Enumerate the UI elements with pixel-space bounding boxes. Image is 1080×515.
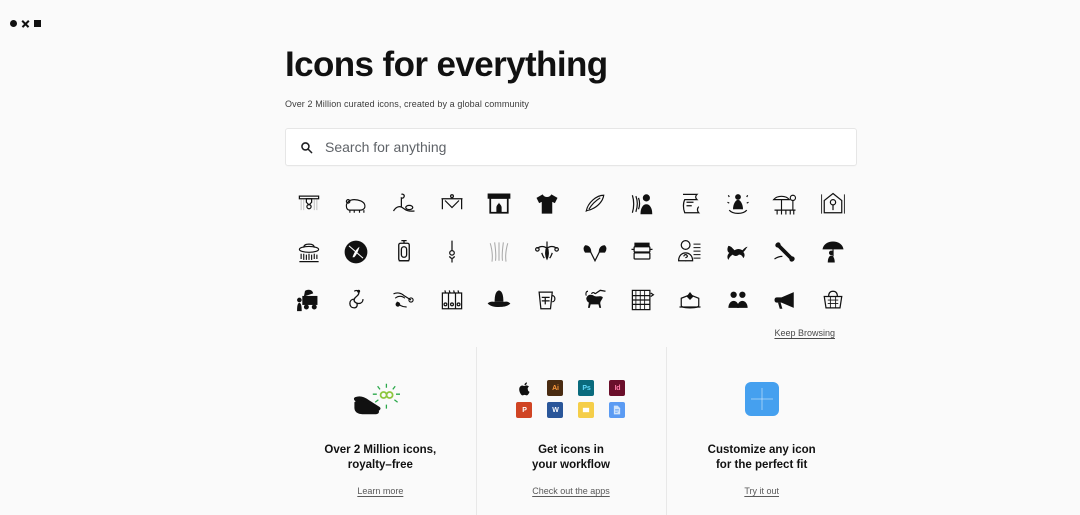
flying-saucer-icon[interactable] — [294, 237, 324, 267]
main-content: Icons for everything Over 2 Million cura… — [285, 0, 857, 515]
blue-tile-art — [744, 369, 779, 429]
canopy-tent-icon[interactable] — [437, 189, 467, 219]
cowboy-hat-icon[interactable] — [484, 285, 514, 315]
app-logos-art: Ai Ps Id P W — [509, 369, 633, 429]
feature-cards: Over 2 Million icons, royalty–free Learn… — [285, 347, 857, 515]
measuring-cup-icon[interactable] — [532, 285, 562, 315]
feature-card-customize: Customize any icon for the perfect fit T… — [666, 347, 857, 515]
slides-logo — [578, 402, 595, 418]
page-root: Icons for everything Over 2 Million cura… — [0, 0, 1080, 515]
bear-icon[interactable] — [341, 189, 371, 219]
docs-logo — [609, 402, 626, 418]
vendor-truck-icon[interactable] — [294, 285, 324, 315]
square-control[interactable] — [34, 19, 41, 27]
bone-tool-icon[interactable] — [770, 237, 800, 267]
ceiling-fixture-icon[interactable] — [294, 189, 324, 219]
vending-machine-icon[interactable] — [437, 285, 467, 315]
indesign-logo: Id — [609, 380, 626, 396]
two-people-icon[interactable] — [723, 285, 753, 315]
powerpoint-logo: P — [516, 402, 533, 418]
steamer-pot-icon[interactable] — [627, 237, 657, 267]
abacus-icon[interactable] — [627, 285, 657, 315]
person-wind-icon[interactable] — [627, 189, 657, 219]
rain-lines-icon[interactable] — [484, 237, 514, 267]
lamp-post-hill-icon[interactable] — [389, 189, 419, 219]
crane-machine-icon[interactable] — [389, 285, 419, 315]
feature-title: Customize any icon for the perfect fit — [707, 444, 816, 471]
search-input[interactable] — [325, 139, 842, 155]
chandelier-icon[interactable] — [532, 237, 562, 267]
feature-link-learn-more[interactable]: Learn more — [357, 486, 403, 496]
feature-title: Over 2 Million icons, royalty–free — [324, 444, 437, 471]
scroll-document-icon[interactable] — [675, 189, 705, 219]
feature-link-try-it-out[interactable]: Try it out — [744, 486, 779, 496]
word-logo: W — [547, 402, 564, 418]
lizard-icon[interactable] — [723, 237, 753, 267]
illustrator-logo: Ai — [547, 380, 564, 396]
circle-badge-icon[interactable] — [341, 237, 371, 267]
close-control[interactable] — [21, 19, 30, 28]
app-logo-grid: Ai Ps Id P W — [509, 377, 633, 421]
keep-browsing-link[interactable]: Keep Browsing — [774, 328, 835, 338]
apple-logo — [516, 380, 532, 396]
feature-card-royalty-free: Over 2 Million icons, royalty–free Learn… — [285, 347, 476, 515]
window-controls — [10, 16, 41, 30]
search-icon — [300, 141, 313, 154]
pendant-light-icon[interactable] — [437, 237, 467, 267]
t-shirt-icon[interactable] — [532, 189, 562, 219]
user-question-icon[interactable] — [675, 237, 705, 267]
page-title: Icons for everything — [285, 45, 608, 84]
feather-icon[interactable] — [580, 189, 610, 219]
patio-umbrella-icon[interactable] — [770, 189, 800, 219]
megaphone-icon[interactable] — [770, 285, 800, 315]
hand-infinity-art — [348, 369, 412, 429]
balloon-dog-icon[interactable] — [341, 285, 371, 315]
feature-card-workflow: Ai Ps Id P W Get icons in your workflow — [475, 347, 667, 515]
lantern-icon[interactable] — [389, 237, 419, 267]
birdhouse-icon[interactable] — [818, 189, 848, 219]
feature-title: Get icons in your workflow — [532, 444, 610, 471]
search-bar[interactable] — [285, 128, 857, 166]
fireplace-icon[interactable] — [484, 189, 514, 219]
photoshop-logo: Ps — [578, 380, 595, 396]
feature-link-check-apps[interactable]: Check out the apps — [532, 486, 610, 496]
rocking-horse-icon[interactable] — [723, 189, 753, 219]
page-subtitle: Over 2 Million curated icons, created by… — [285, 99, 530, 109]
circle-control[interactable] — [10, 19, 17, 27]
basket-icon[interactable] — [818, 285, 848, 315]
bull-market-icon[interactable] — [580, 285, 610, 315]
jewelry-box-icon[interactable] — [675, 285, 705, 315]
keep-browsing-row: Keep Browsing — [285, 328, 857, 338]
icon-results-grid — [285, 180, 857, 324]
customize-icon-tile[interactable] — [744, 382, 779, 416]
umbrella-person-icon[interactable] — [818, 237, 848, 267]
two-bells-icon[interactable] — [580, 237, 610, 267]
